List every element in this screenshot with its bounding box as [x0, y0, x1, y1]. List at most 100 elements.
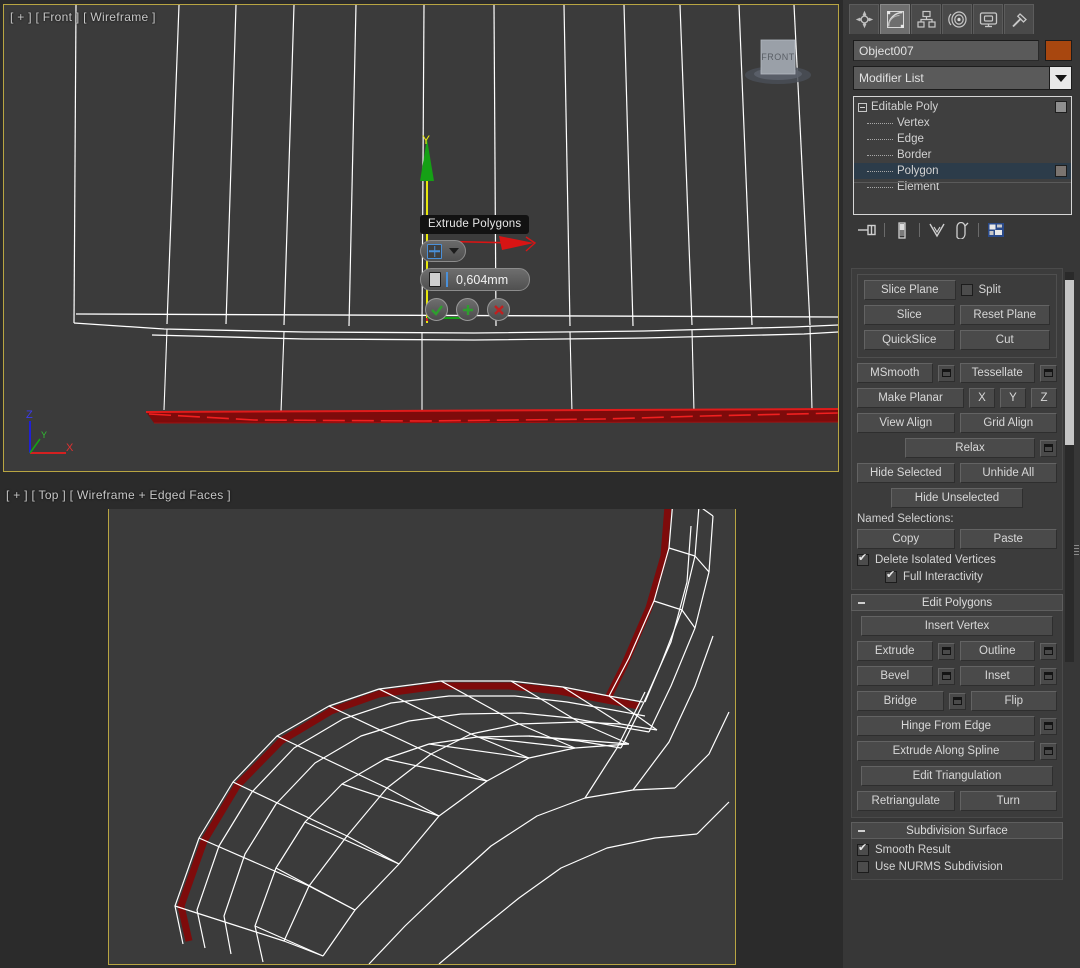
stack-item-border[interactable]: Border: [854, 147, 1071, 163]
viewport-front-label[interactable]: [ + ] [ Front ] [ Wireframe ]: [10, 10, 156, 24]
viewport-top-label[interactable]: [ + ] [ Top ] [ Wireframe + Edged Faces …: [6, 488, 231, 502]
pin-stack-icon[interactable]: [855, 219, 879, 241]
relax-settings-button[interactable]: [1040, 440, 1057, 457]
caddy-amount-field[interactable]: 0,604mm: [420, 268, 530, 291]
polygon-toggle[interactable]: [1055, 165, 1067, 177]
object-name-field[interactable]: Object007: [853, 40, 1039, 61]
quickslice-button[interactable]: QuickSlice: [864, 330, 955, 350]
viewcube[interactable]: FRONT: [740, 27, 816, 89]
extrude-polygons-caddy[interactable]: Extrude Polygons 0,604mm: [420, 214, 546, 321]
msmooth-button[interactable]: MSmooth: [857, 363, 933, 383]
stack-item-label: Polygon: [897, 165, 939, 177]
tree-line-icon: [867, 123, 893, 124]
paste-named-selection-button[interactable]: Paste: [960, 529, 1058, 549]
bevel-settings-button[interactable]: [938, 668, 955, 685]
make-unique-icon[interactable]: [925, 219, 949, 241]
make-planar-button[interactable]: Make Planar: [857, 388, 964, 408]
inset-settings-button[interactable]: [1040, 668, 1057, 685]
collapse-minus-icon[interactable]: [858, 103, 867, 112]
edit-triangulation-button[interactable]: Edit Triangulation: [861, 766, 1053, 786]
stack-item-editable-poly[interactable]: Editable Poly: [854, 99, 1071, 115]
editable-poly-toggle[interactable]: [1055, 101, 1067, 113]
inset-button[interactable]: Inset: [960, 666, 1036, 686]
extrude-along-spline-button[interactable]: Extrude Along Spline: [857, 741, 1035, 761]
hide-selected-button[interactable]: Hide Selected: [857, 463, 955, 483]
extrude-settings-button[interactable]: [938, 643, 955, 660]
collapse-minus-icon: [858, 830, 865, 832]
insert-vertex-button[interactable]: Insert Vertex: [861, 616, 1053, 636]
command-panel-scrollbar[interactable]: [1065, 272, 1074, 662]
make-planar-z-button[interactable]: Z: [1031, 388, 1057, 408]
command-panel-tabbar: [843, 0, 1080, 36]
use-nurms-subdivision-row[interactable]: Use NURMS Subdivision: [857, 861, 1057, 873]
outline-button[interactable]: Outline: [960, 641, 1036, 661]
extrude-button[interactable]: Extrude: [857, 641, 933, 661]
tab-motion[interactable]: [942, 4, 972, 34]
full-interactivity-row[interactable]: Full Interactivity: [857, 571, 1057, 583]
svg-text:X: X: [66, 442, 74, 454]
tab-modify[interactable]: [880, 4, 910, 34]
cut-button[interactable]: Cut: [960, 330, 1051, 350]
caddy-ok-button[interactable]: [425, 298, 448, 321]
grid-align-button[interactable]: Grid Align: [960, 413, 1058, 433]
bridge-settings-button[interactable]: [949, 693, 966, 710]
tab-utilities[interactable]: [1004, 4, 1034, 34]
extrude-along-spline-settings-button[interactable]: [1040, 743, 1057, 760]
make-planar-x-button[interactable]: X: [969, 388, 995, 408]
command-panel-resize-grip[interactable]: [1074, 545, 1079, 559]
retriangulate-button[interactable]: Retriangulate: [857, 791, 955, 811]
delete-isolated-vertices-checkbox[interactable]: [857, 554, 869, 566]
caddy-extrude-type-dropdown[interactable]: [420, 240, 466, 262]
reset-plane-button[interactable]: Reset Plane: [960, 305, 1051, 325]
smooth-result-row[interactable]: Smooth Result: [857, 844, 1057, 856]
viewcube-face-label: FRONT: [761, 52, 795, 62]
check-icon: [430, 303, 444, 317]
bridge-button[interactable]: Bridge: [857, 691, 944, 711]
modifier-list-field[interactable]: Modifier List: [853, 66, 1050, 90]
outline-settings-button[interactable]: [1040, 643, 1057, 660]
slice-plane-button[interactable]: Slice Plane: [864, 280, 956, 300]
caddy-apply-button[interactable]: [456, 298, 479, 321]
smooth-result-checkbox[interactable]: [857, 844, 869, 856]
settings-box-icon: [1044, 747, 1053, 755]
configure-modifier-sets-icon[interactable]: [984, 219, 1008, 241]
use-nurms-subdivision-checkbox[interactable]: [857, 861, 869, 873]
turn-button[interactable]: Turn: [960, 791, 1058, 811]
bevel-button[interactable]: Bevel: [857, 666, 933, 686]
tessellate-button[interactable]: Tessellate: [960, 363, 1036, 383]
full-interactivity-checkbox[interactable]: [885, 571, 897, 583]
flip-button[interactable]: Flip: [971, 691, 1058, 711]
hinge-from-edge-settings-button[interactable]: [1040, 718, 1057, 735]
delete-isolated-vertices-row[interactable]: Delete Isolated Vertices: [857, 554, 1057, 566]
hinge-from-edge-button[interactable]: Hinge From Edge: [857, 716, 1035, 736]
modifier-list-dropdown-button[interactable]: [1050, 66, 1072, 90]
modifier-stack[interactable]: Editable Poly Vertex Edge Border Polygon: [853, 96, 1072, 215]
caddy-cancel-button[interactable]: [487, 298, 510, 321]
view-align-button[interactable]: View Align: [857, 413, 955, 433]
tab-display[interactable]: [973, 4, 1003, 34]
grip-line: [1074, 548, 1079, 549]
command-panel-scroll-thumb[interactable]: [1065, 280, 1074, 445]
spinner-icon[interactable]: [429, 272, 441, 287]
hide-unselected-button[interactable]: Hide Unselected: [891, 488, 1023, 508]
slice-button[interactable]: Slice: [864, 305, 955, 325]
axis-tripod: Z X Y: [22, 405, 80, 463]
tab-hierarchy[interactable]: [911, 4, 941, 34]
tab-create[interactable]: [849, 4, 879, 34]
show-end-result-icon[interactable]: [890, 219, 914, 241]
stack-item-vertex[interactable]: Vertex: [854, 115, 1071, 131]
split-checkbox[interactable]: [961, 284, 973, 296]
stack-item-edge[interactable]: Edge: [854, 131, 1071, 147]
make-planar-y-button[interactable]: Y: [1000, 388, 1026, 408]
msmooth-settings-button[interactable]: [938, 365, 955, 382]
rollout-subdivision-surface-header[interactable]: Subdivision Surface: [851, 822, 1063, 839]
stack-item-polygon[interactable]: Polygon: [854, 163, 1071, 179]
copy-named-selection-button[interactable]: Copy: [857, 529, 955, 549]
tessellate-settings-button[interactable]: [1040, 365, 1057, 382]
viewport-top[interactable]: [108, 485, 736, 965]
unhide-all-button[interactable]: Unhide All: [960, 463, 1058, 483]
remove-modifier-icon[interactable]: [949, 219, 973, 241]
object-color-swatch[interactable]: [1045, 40, 1072, 61]
relax-button[interactable]: Relax: [905, 438, 1035, 458]
rollout-edit-polygons-header[interactable]: Edit Polygons: [851, 594, 1063, 611]
